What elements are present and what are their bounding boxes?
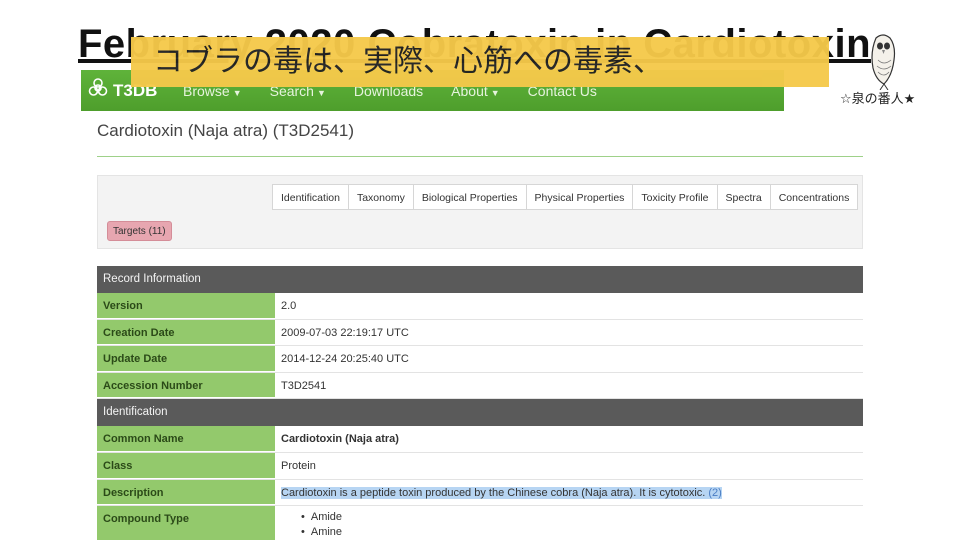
table-row: Compound Type Amide Amine <box>97 506 863 540</box>
caret-down-icon: ▼ <box>316 87 326 98</box>
section-header-identification: Identification <box>97 399 863 427</box>
record-table: Record Information Version 2.0 Creation … <box>97 266 863 540</box>
row-value: 2014-12-24 20:25:40 UTC <box>275 346 863 372</box>
caption-overlay: コブラの毒は、実際、心筋への毒素、 <box>131 37 829 87</box>
list-item: Amine <box>301 525 863 540</box>
tab-spectra[interactable]: Spectra <box>716 184 771 210</box>
list-item: Amide <box>301 510 863 525</box>
tab-identification[interactable]: Identification <box>272 184 349 210</box>
row-label: Compound Type <box>97 506 275 540</box>
row-value: 2009-07-03 22:19:17 UTC <box>275 319 863 346</box>
table-row: Class Protein <box>97 452 863 480</box>
row-value: T3D2541 <box>275 372 863 399</box>
row-label: Class <box>97 452 275 479</box>
caret-down-icon: ▼ <box>232 87 242 98</box>
owl-caption: ☆泉の番人★ <box>840 92 916 107</box>
row-label: Common Name <box>97 426 275 452</box>
table-row: Common Name Cardiotoxin (Naja atra) <box>97 426 863 453</box>
compound-type-value: Amide Amine <box>275 506 863 540</box>
page-title: Cardiotoxin (Naja atra) (T3D2541) <box>97 121 354 140</box>
row-label: Creation Date <box>97 319 275 346</box>
row-label: Accession Number <box>97 372 275 399</box>
row-label: Description <box>97 479 275 506</box>
description-value: Cardiotoxin is a peptide toxin produced … <box>275 479 863 506</box>
row-label: Update Date <box>97 346 275 372</box>
class-value: Protein <box>275 452 863 479</box>
table-row: Accession Number T3D2541 <box>97 372 863 400</box>
tab-toxicity-profile[interactable]: Toxicity Profile <box>632 184 718 210</box>
row-label: Version <box>97 293 275 319</box>
compound-type-list: Amide Amine <box>281 506 863 540</box>
title-divider <box>97 156 863 157</box>
table-row: Description Cardiotoxin is a peptide tox… <box>97 479 863 507</box>
tab-concentrations[interactable]: Concentrations <box>769 184 859 210</box>
table-row: Update Date 2014-12-24 20:25:40 UTC <box>97 346 863 373</box>
tab-bar: Identification Taxonomy Biological Prope… <box>272 184 859 210</box>
section-header-record-information: Record Information <box>97 266 863 293</box>
tabs-panel: Identification Taxonomy Biological Prope… <box>97 175 863 249</box>
reference-link[interactable]: (2) <box>708 486 722 499</box>
tab-physical-properties[interactable]: Physical Properties <box>525 184 634 210</box>
common-name-value: Cardiotoxin (Naja atra) <box>275 426 863 452</box>
row-value: 2.0 <box>275 293 863 319</box>
biohazard-icon <box>87 77 109 104</box>
caret-down-icon: ▼ <box>490 87 500 98</box>
tab-taxonomy[interactable]: Taxonomy <box>347 184 414 210</box>
description-text: Cardiotoxin is a peptide toxin produced … <box>281 486 706 499</box>
table-row: Creation Date 2009-07-03 22:19:17 UTC <box>97 319 863 347</box>
owl-icon <box>858 30 908 91</box>
tab-biological-properties[interactable]: Biological Properties <box>412 184 527 210</box>
table-row: Version 2.0 <box>97 293 863 320</box>
tab-targets[interactable]: Targets (11) <box>107 221 172 241</box>
